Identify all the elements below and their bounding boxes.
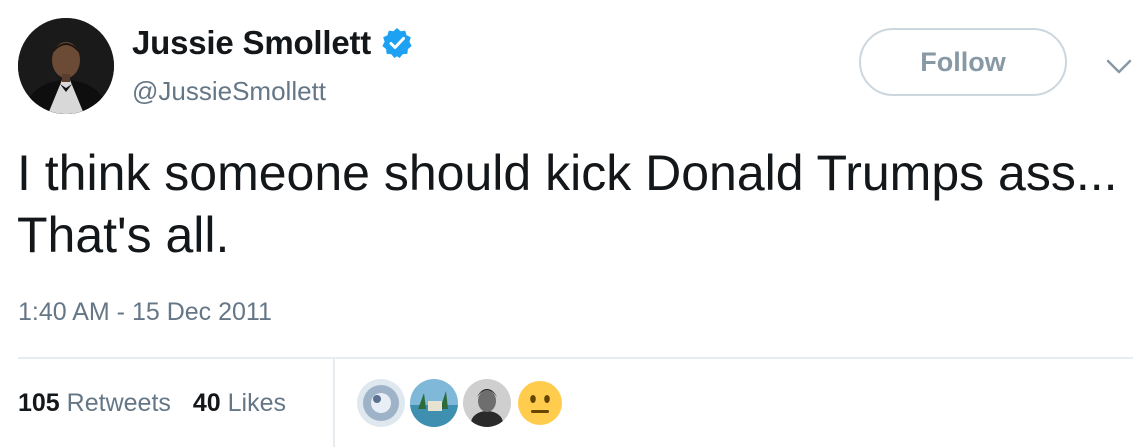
tweet-card: Jussie Smollett @JussieSmollett Follow I… [0,0,1141,447]
retweets-count: 105 [18,389,60,417]
stats-divider [333,359,335,447]
avatar-photo-icon [18,18,114,114]
retweets-stat[interactable]: 105 Retweets [18,389,171,418]
liker-avatar-2[interactable] [410,379,458,427]
display-name[interactable]: Jussie Smollett [132,24,371,62]
likes-count: 40 [192,389,221,417]
tweet-text: I think someone should kick Donald Trump… [17,145,1118,263]
tweet-timestamp[interactable]: 1:40 AM - 15 Dec 2011 [18,298,272,327]
neutral-face-emoji-icon[interactable] [516,379,564,427]
chevron-down-icon[interactable] [1106,58,1132,76]
verified-badge-icon [381,27,413,59]
likes-stat[interactable]: 40 Likes [193,389,286,418]
liker-avatar-1[interactable] [357,379,405,427]
divider [18,357,1133,359]
user-handle[interactable]: @JussieSmollett [132,76,326,107]
likes-label: Likes [227,389,287,417]
tweet-stats: 105 Retweets 40 Likes [18,389,286,418]
follow-button[interactable]: Follow [859,28,1067,96]
liker-avatar-3[interactable] [463,379,511,427]
user-avatar[interactable] [18,18,114,114]
retweets-label: Retweets [66,389,171,417]
user-name-row: Jussie Smollett [132,24,413,62]
likers-avatars [357,379,564,427]
